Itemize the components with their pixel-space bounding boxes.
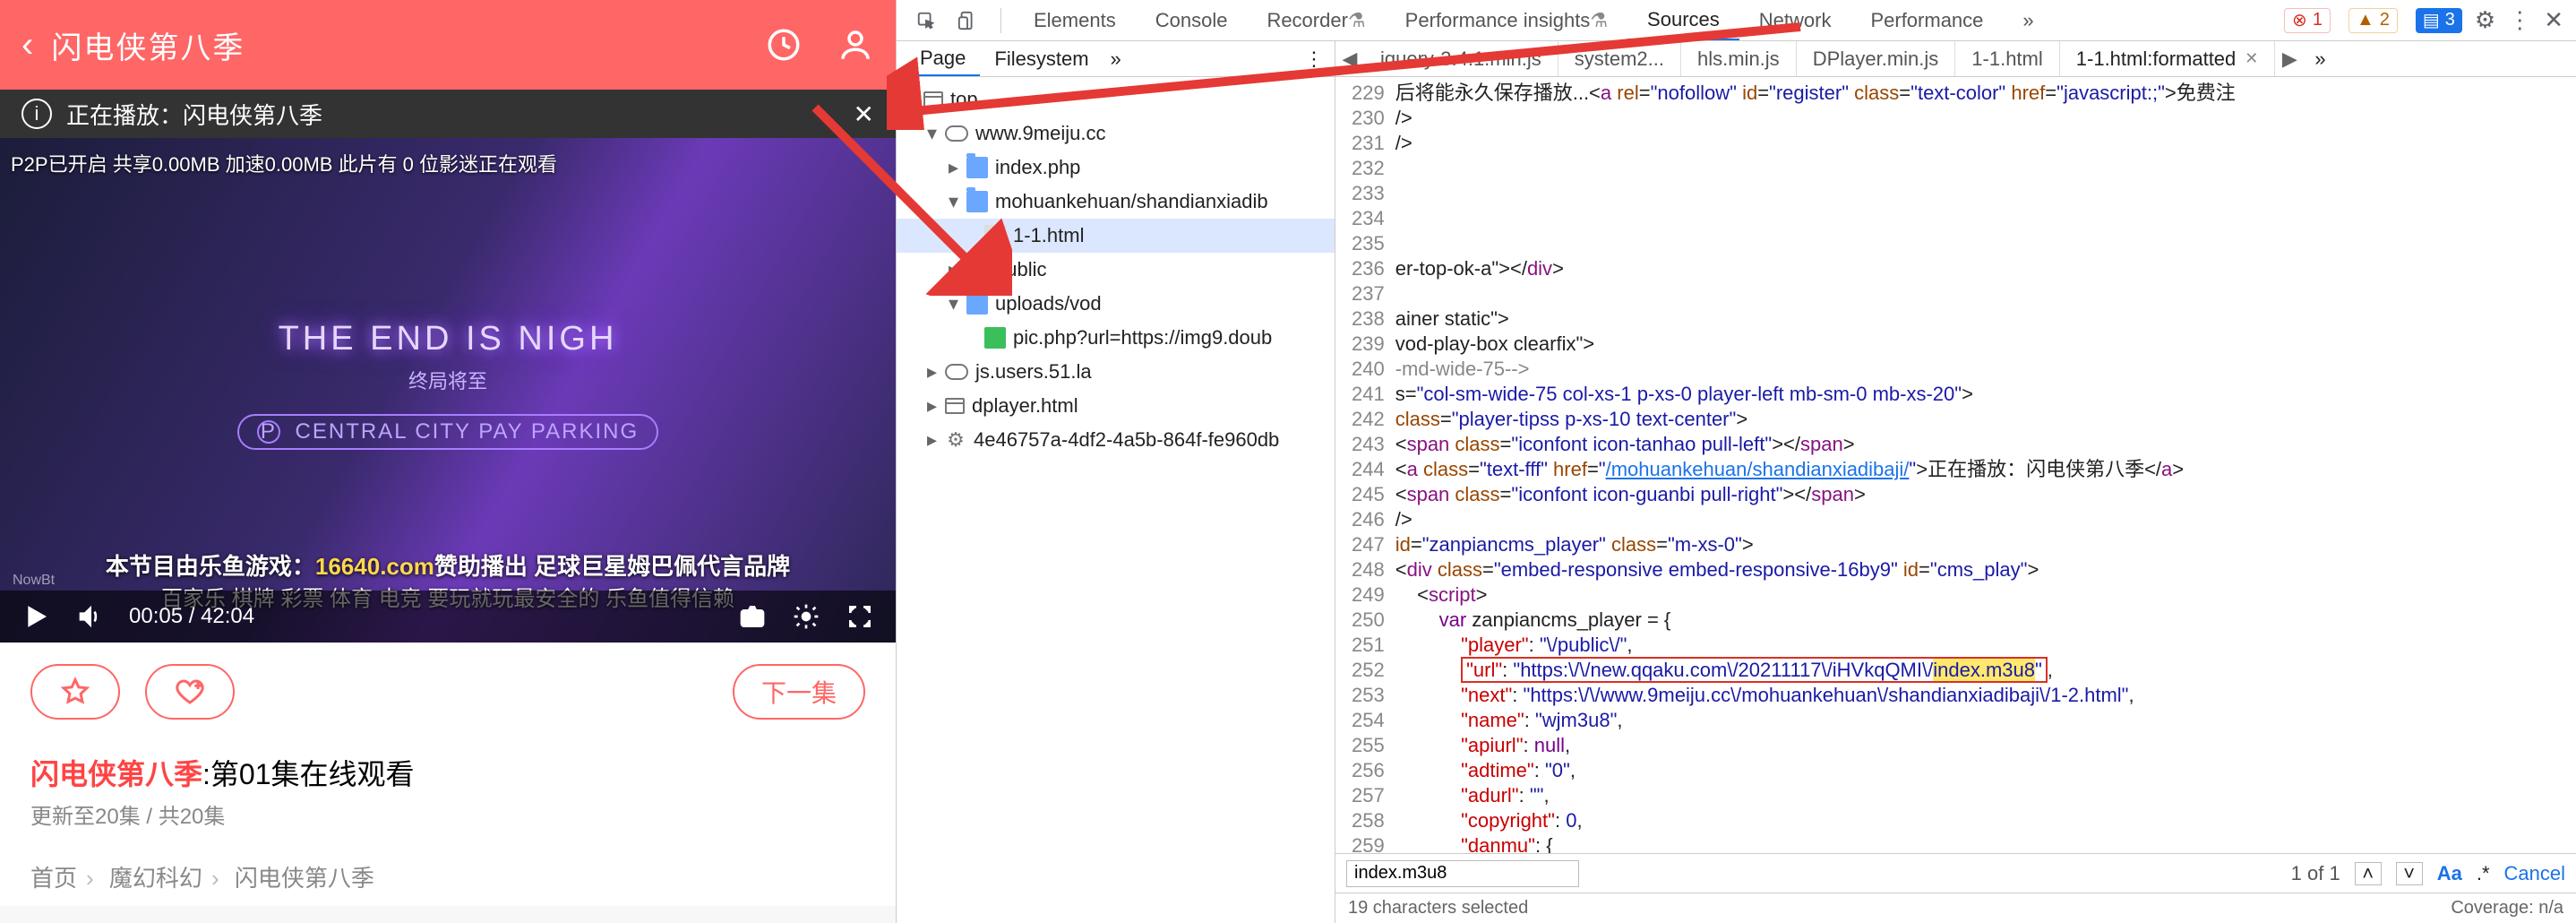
- nav-kebab-icon[interactable]: ⋮: [1304, 47, 1324, 71]
- p2p-status: P2P已开启 共享0.00MB 加速0.00MB 此片有 0 位影迷正在观看: [11, 149, 557, 177]
- tab-recorder[interactable]: Recorder ⚗: [1247, 0, 1385, 40]
- now-playing-bar: i 正在播放：闪电侠第八季 ✕: [0, 90, 896, 138]
- play-icon[interactable]: [21, 602, 50, 631]
- inspect-icon[interactable]: [909, 8, 943, 33]
- mobile-video-page: ‹ 闪电侠第八季 i 正在播放：闪电侠第八季 ✕ THE END IS NIGH…: [0, 0, 896, 923]
- nav-tabs-more-icon[interactable]: »: [1111, 47, 1121, 71]
- close-icon[interactable]: ✕: [854, 99, 874, 129]
- file-tabs: ◀ jquery-3.4.1.min.js system2... hls.min…: [1335, 41, 2576, 77]
- warn-badge[interactable]: ▲ 2: [2348, 8, 2398, 33]
- close-devtools-icon[interactable]: ✕: [2544, 6, 2563, 34]
- search-next-icon[interactable]: ˅: [2396, 862, 2423, 885]
- devtools-toolbar: Elements Console Recorder ⚗ Performance …: [897, 0, 2576, 41]
- filetab-system[interactable]: system2...: [1558, 41, 1681, 76]
- history-icon[interactable]: [765, 26, 803, 64]
- tree-index[interactable]: ▸index.php: [897, 151, 1335, 185]
- regex-toggle[interactable]: .*: [2477, 862, 2490, 885]
- now-playing-text: 正在播放：闪电侠第八季: [66, 98, 322, 131]
- tree-uploads[interactable]: ▾uploads/vod: [897, 287, 1335, 321]
- tree-dplayer[interactable]: ▸dplayer.html: [897, 389, 1335, 423]
- watermark: NowBt: [13, 573, 55, 589]
- heart-plus-icon: [174, 676, 206, 708]
- sources-navigator: Page Filesystem » ⋮ ▾top ▾www.9meiju.cc …: [897, 41, 1335, 923]
- mobile-header: ‹ 闪电侠第八季: [0, 0, 896, 90]
- file-tree: ▾top ▾www.9meiju.cc ▸index.php ▾mohuanke…: [897, 77, 1335, 923]
- search-prev-icon[interactable]: ˄: [2355, 862, 2382, 885]
- crumb-category[interactable]: 魔幻科幻: [109, 865, 202, 892]
- gear-icon[interactable]: ⚙: [2475, 6, 2495, 34]
- tree-pic[interactable]: pic.php?url=https://img9.doub: [897, 321, 1335, 355]
- nav-tab-filesystem[interactable]: Filesystem: [980, 41, 1103, 76]
- filetab-more-icon[interactable]: »: [2304, 47, 2336, 71]
- status-bar: 19 characters selected Coverage: n/a: [1335, 893, 2576, 923]
- back-icon[interactable]: ‹: [21, 25, 33, 65]
- sponsor-line-1: 本节目由乐鱼游戏：16640.com赞助播出 足球巨星姆巴佩代言品牌: [0, 548, 896, 582]
- tree-domain[interactable]: ▾www.9meiju.cc: [897, 116, 1335, 151]
- tab-elements[interactable]: Elements: [1014, 0, 1136, 40]
- line-gutter: 2292302312322332342352362372382392402412…: [1335, 77, 1395, 853]
- tree-top[interactable]: ▾top: [897, 82, 1335, 116]
- episode-title: 闪电侠第八季:第01集在线观看: [0, 741, 896, 798]
- action-row: 下一集: [0, 643, 896, 741]
- source-code: 后将能永久保存播放...<a rel="nofollow" id="regist…: [1395, 77, 2576, 853]
- match-case-toggle[interactable]: Aa: [2437, 862, 2462, 885]
- filetab-hls[interactable]: hls.min.js: [1681, 41, 1797, 76]
- crumb-home[interactable]: 首页: [30, 865, 77, 892]
- issues-badge[interactable]: ▤ 3: [2416, 8, 2462, 33]
- code-editor[interactable]: 2292302312322332342352362372382392402412…: [1335, 77, 2576, 853]
- filetab-scroll-right-icon[interactable]: ▶: [2275, 47, 2304, 71]
- close-tab-icon[interactable]: ✕: [2245, 49, 2258, 68]
- search-count: 1 of 1: [2291, 862, 2340, 885]
- info-icon: i: [21, 99, 52, 129]
- search-bar: 1 of 1 ˄ ˅ Aa .* Cancel: [1335, 853, 2576, 893]
- favorite-button[interactable]: [30, 664, 120, 720]
- search-cancel-button[interactable]: Cancel: [2504, 862, 2565, 885]
- device-toggle-icon[interactable]: [950, 8, 984, 33]
- episode-count: 更新至20集 / 共20集: [0, 798, 896, 848]
- filetab-dplayer[interactable]: DPlayer.min.js: [1797, 41, 1956, 76]
- crumb-current: 闪电侠第八季: [235, 865, 374, 892]
- filetab-1-1[interactable]: 1-1.html: [1955, 41, 2059, 76]
- nav-tab-page[interactable]: Page: [906, 41, 980, 76]
- page-title: 闪电侠第八季: [51, 23, 747, 67]
- breadcrumb: 首页› 魔幻科幻› 闪电侠第八季: [0, 848, 896, 906]
- video-player[interactable]: THE END IS NIGH 终局将至 P CENTRAL CITY PAY …: [0, 138, 896, 643]
- status-coverage: Coverage: n/a: [2451, 898, 2563, 919]
- tree-file-selected[interactable]: 1-1.html: [897, 219, 1335, 253]
- code-panel: ◀ jquery-3.4.1.min.js system2... hls.min…: [1335, 41, 2576, 923]
- filetab-formatted[interactable]: 1-1.html:formatted✕: [2060, 41, 2276, 76]
- tabs-more-icon[interactable]: »: [2003, 0, 2053, 40]
- search-input[interactable]: [1346, 860, 1579, 887]
- filetab-scroll-left-icon[interactable]: ◀: [1335, 47, 1364, 71]
- devtools: Elements Console Recorder ⚗ Performance …: [896, 0, 2576, 923]
- fullscreen-icon[interactable]: [846, 602, 874, 631]
- tab-console[interactable]: Console: [1136, 0, 1248, 40]
- like-button[interactable]: [145, 664, 235, 720]
- user-icon[interactable]: [837, 26, 874, 64]
- tree-extension[interactable]: ▸⚙4e46757a-4df2-4a5b-864f-fe960db: [897, 423, 1335, 457]
- tab-network[interactable]: Network: [1739, 0, 1851, 40]
- star-icon: [59, 676, 91, 708]
- player-controls: 00:05 / 42:04: [0, 591, 896, 643]
- status-selection: 19 characters selected: [1348, 898, 1528, 919]
- video-overlay-text: THE END IS NIGH 终局将至 P CENTRAL CITY PAY …: [72, 320, 824, 450]
- tree-public[interactable]: ▸public: [897, 253, 1335, 287]
- tree-folder-path[interactable]: ▾mohuankehuan/shandianxiadib: [897, 185, 1335, 219]
- tree-jsusers[interactable]: ▸js.users.51.la: [897, 355, 1335, 389]
- tab-sources[interactable]: Sources: [1627, 0, 1739, 40]
- next-episode-button[interactable]: 下一集: [733, 664, 865, 720]
- navigator-tabs: Page Filesystem » ⋮: [897, 41, 1335, 77]
- error-badge[interactable]: ⊗ 1: [2284, 8, 2331, 33]
- time-display: 00:05 / 42:04: [129, 604, 254, 629]
- settings-icon[interactable]: [792, 602, 820, 631]
- kebab-icon[interactable]: ⋮: [2508, 6, 2531, 34]
- filetab-jquery[interactable]: jquery-3.4.1.min.js: [1364, 41, 1558, 76]
- tab-performance[interactable]: Performance: [1850, 0, 2003, 40]
- camera-icon[interactable]: [738, 602, 767, 631]
- volume-icon[interactable]: [75, 602, 104, 631]
- tab-perf-insights[interactable]: Performance insights ⚗: [1386, 0, 1627, 40]
